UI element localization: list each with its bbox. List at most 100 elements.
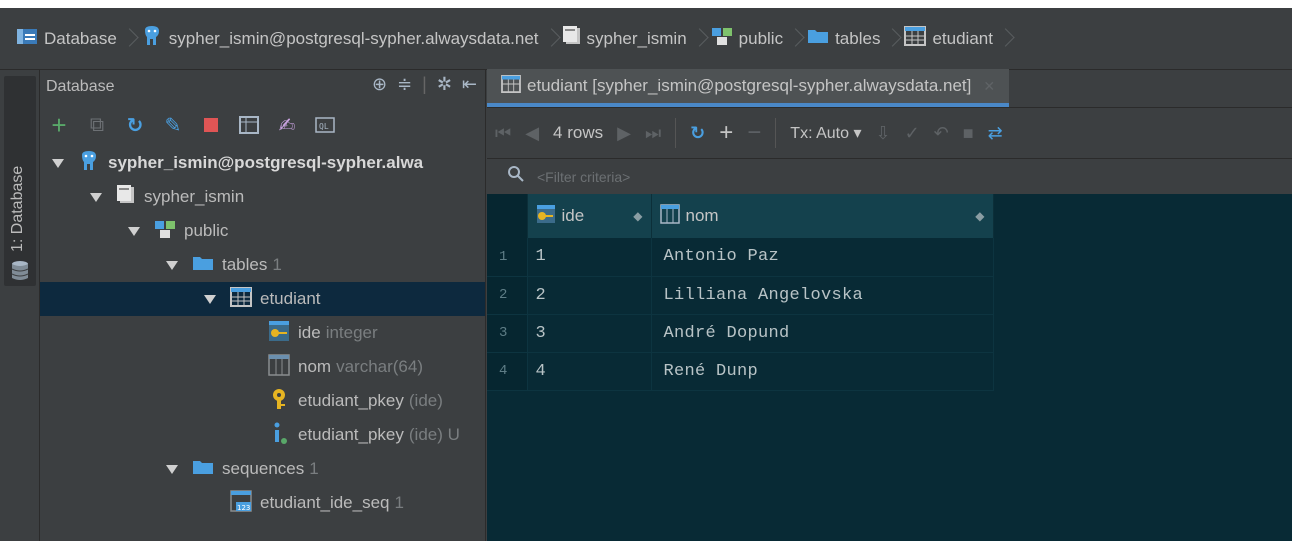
table-editor-icon[interactable] bbox=[238, 114, 260, 136]
console-icon[interactable]: QL bbox=[314, 114, 336, 136]
cell-nom[interactable]: André Dopund bbox=[651, 314, 994, 353]
refresh-icon[interactable]: ↻ bbox=[124, 114, 146, 137]
previous-page-icon[interactable]: ◀ bbox=[525, 123, 539, 144]
editor-tabs: etudiant [sypher_ismin@postgresql-sypher… bbox=[487, 69, 1292, 108]
results-table: ide ◆ nom ◆ 1 1 Antonio Paz 2 2 Lilliana… bbox=[487, 194, 994, 391]
breadcrumb-connection[interactable]: sypher_ismin@postgresql-sypher.alwaysdat… bbox=[141, 19, 539, 59]
breadcrumb-separator bbox=[886, 19, 896, 59]
chevron-down-icon[interactable] bbox=[128, 226, 140, 236]
index-icon bbox=[268, 421, 290, 450]
compare-icon[interactable]: ⇄ bbox=[988, 123, 1003, 144]
db-commit-icon[interactable]: ⇩ bbox=[875, 123, 890, 144]
tree-item-detail: 1 bbox=[272, 255, 282, 274]
tree-item[interactable]: ide integer bbox=[40, 316, 485, 350]
stop-icon[interactable]: ■ bbox=[963, 123, 974, 144]
breadcrumb-schema[interactable]: public bbox=[711, 19, 783, 59]
tree-item[interactable]: 123 etudiant_ide_seq 1 bbox=[40, 486, 485, 520]
table-row[interactable]: 3 3 André Dopund bbox=[487, 314, 994, 353]
gear-icon[interactable]: ✲ bbox=[437, 74, 452, 95]
breadcrumb-separator bbox=[545, 19, 555, 59]
cell-nom[interactable]: Lilliana Angelovska bbox=[651, 276, 994, 315]
remove-row-icon[interactable]: − bbox=[747, 119, 761, 147]
stop-icon[interactable] bbox=[200, 114, 222, 136]
tab-etudiant[interactable]: etudiant [sypher_ismin@postgresql-sypher… bbox=[487, 69, 1010, 107]
data-grid: ide ◆ nom ◆ 1 1 Antonio Paz 2 2 Lilliana… bbox=[487, 194, 1292, 541]
breadcrumb-separator bbox=[999, 19, 1009, 59]
tree-item[interactable]: sequences 1 bbox=[40, 452, 485, 486]
last-page-icon[interactable]: ⏭ bbox=[645, 123, 661, 144]
breadcrumb-separator bbox=[693, 19, 703, 59]
properties-icon[interactable]: ✎ bbox=[162, 114, 184, 137]
row-number: 2 bbox=[487, 276, 528, 315]
tree-item-label: etudiant_ide_seq bbox=[260, 493, 390, 512]
cell-nom[interactable]: Antonio Paz bbox=[651, 238, 994, 277]
revert-icon[interactable]: ↶ bbox=[934, 123, 949, 144]
breadcrumb-label: tables bbox=[835, 28, 881, 48]
column-header-nom[interactable]: nom ◆ bbox=[651, 194, 994, 238]
chevron-down-icon[interactable] bbox=[204, 294, 216, 304]
breadcrumb-database[interactable]: Database bbox=[16, 19, 117, 59]
cell-ide[interactable]: 1 bbox=[527, 238, 652, 277]
column-icon bbox=[268, 353, 290, 381]
cell-ide[interactable]: 4 bbox=[527, 352, 652, 391]
postgres-elephant-icon bbox=[141, 25, 163, 52]
tree-item[interactable]: sypher_ismin@postgresql-sypher.alwa bbox=[40, 146, 485, 180]
breadcrumb-schema-db[interactable]: sypher_ismin bbox=[562, 19, 687, 59]
cell-nom[interactable]: René Dunp bbox=[651, 352, 994, 391]
key-column-icon bbox=[268, 320, 290, 347]
breadcrumb-separator bbox=[123, 19, 133, 59]
hide-icon[interactable]: ⇤ bbox=[462, 74, 477, 95]
close-icon[interactable]: ✕ bbox=[983, 78, 995, 95]
row-count[interactable]: 4 rows bbox=[553, 123, 603, 143]
breadcrumb-label: Database bbox=[44, 28, 117, 48]
first-page-icon[interactable]: ⏮ bbox=[495, 123, 511, 144]
tree-item[interactable]: sypher_ismin bbox=[40, 180, 485, 214]
sort-icon[interactable]: ◆ bbox=[633, 209, 642, 223]
tree-item[interactable]: public bbox=[40, 214, 485, 248]
chevron-down-icon[interactable] bbox=[166, 464, 178, 474]
folder-icon bbox=[192, 458, 214, 481]
cell-ide[interactable]: 2 bbox=[527, 276, 652, 315]
tree-item[interactable]: etudiant bbox=[40, 282, 485, 316]
tree-item[interactable]: etudiant_pkey (ide) bbox=[40, 384, 485, 418]
column-header-ide[interactable]: ide ◆ bbox=[527, 194, 652, 238]
folder-icon bbox=[192, 254, 214, 277]
tree-item-detail: integer bbox=[325, 323, 378, 342]
breadcrumb-label: public bbox=[738, 28, 784, 48]
filter-input[interactable]: <Filter criteria> bbox=[537, 169, 630, 185]
transaction-mode-dropdown[interactable]: Tx: Auto ▾ bbox=[790, 123, 861, 143]
tree-item-detail: (ide) U bbox=[408, 425, 460, 444]
next-page-icon[interactable]: ▶ bbox=[617, 123, 631, 144]
target-icon[interactable]: ⊕ bbox=[372, 74, 387, 95]
database-tool-window-tab[interactable]: 1: Database bbox=[4, 76, 36, 286]
table-row[interactable]: 4 4 René Dunp bbox=[487, 352, 994, 391]
add-icon[interactable]: + bbox=[48, 110, 70, 140]
breadcrumb-table[interactable]: etudiant bbox=[904, 19, 993, 59]
chevron-down-icon[interactable] bbox=[52, 158, 64, 168]
sequence-icon: 123 bbox=[230, 489, 252, 517]
cell-ide[interactable]: 3 bbox=[527, 314, 652, 353]
sort-icon[interactable]: ◆ bbox=[975, 209, 984, 223]
filter-search-icon bbox=[507, 165, 525, 188]
tree-item-label: nom bbox=[298, 357, 332, 376]
collapse-icon[interactable]: ≑ bbox=[397, 74, 412, 95]
breadcrumb-separator bbox=[789, 19, 799, 59]
refresh-icon[interactable]: ↻ bbox=[690, 123, 705, 144]
table-icon bbox=[501, 74, 521, 98]
breadcrumb-label: etudiant bbox=[932, 28, 993, 48]
edit-source-icon[interactable]: ✍ bbox=[276, 114, 298, 137]
table-row[interactable]: 2 2 Lilliana Angelovska bbox=[487, 276, 994, 315]
chevron-down-icon[interactable] bbox=[166, 260, 178, 270]
add-row-icon[interactable]: + bbox=[719, 119, 733, 147]
table-row[interactable]: 1 1 Antonio Paz bbox=[487, 238, 994, 277]
copy-icon[interactable]: ⧉ bbox=[86, 114, 108, 136]
tree-item[interactable]: nom varchar(64) bbox=[40, 350, 485, 384]
tree-item[interactable]: tables 1 bbox=[40, 248, 485, 282]
chevron-down-icon[interactable] bbox=[90, 192, 102, 202]
tree-item-detail: 1 bbox=[309, 459, 319, 478]
tree-item-label: sypher_ismin@postgresql-sypher.alwa bbox=[108, 153, 424, 172]
submit-icon[interactable]: ✓ bbox=[905, 123, 920, 144]
tree-item-label: etudiant bbox=[260, 289, 321, 308]
breadcrumb-tables[interactable]: tables bbox=[807, 19, 880, 59]
tree-item[interactable]: etudiant_pkey (ide) U bbox=[40, 418, 485, 452]
